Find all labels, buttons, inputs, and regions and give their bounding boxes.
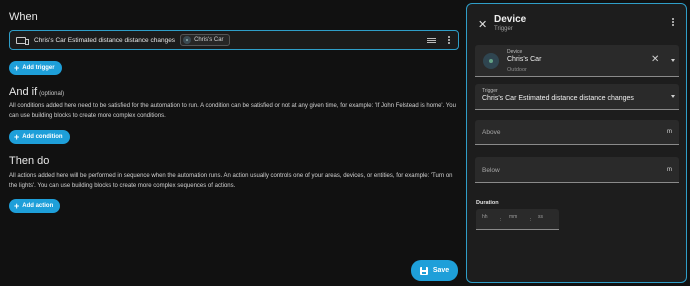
plus-icon: +: [14, 131, 20, 142]
device-chip-label: Chris's Car: [194, 37, 224, 43]
time-separator: :: [500, 217, 502, 223]
add-condition-label: Add condition: [22, 134, 63, 140]
add-condition-button[interactable]: + Add condition: [9, 130, 70, 144]
trigger-detail-panel: ✕ Device Trigger Device Chris's Car Outd…: [466, 3, 687, 283]
device-field-label: Device: [507, 49, 523, 55]
panel-menu-icon[interactable]: [670, 18, 676, 27]
device-field-area: Outdoor: [507, 67, 527, 73]
device-picker[interactable]: Device Chris's Car Outdoor ✕: [475, 45, 679, 77]
add-action-button[interactable]: + Add action: [9, 199, 61, 213]
trigger-field-label: Trigger: [482, 88, 498, 94]
actions-description: All actions added here will be performed…: [9, 173, 453, 189]
car-avatar-icon: [183, 36, 192, 44]
close-icon[interactable]: ✕: [478, 18, 487, 31]
chevron-down-icon[interactable]: [671, 95, 675, 98]
save-button[interactable]: Save: [411, 260, 458, 281]
trigger-label: Chris's Car Estimated distance distance …: [34, 36, 176, 44]
and-if-title: And if: [9, 86, 38, 98]
add-trigger-label: Add trigger: [22, 65, 55, 71]
trigger-row[interactable]: Chris's Car Estimated distance distance …: [9, 30, 459, 50]
device-icon: [16, 36, 29, 45]
and-if-heading: And if (optional): [9, 86, 64, 98]
add-action-label: Add action: [22, 203, 54, 209]
automation-editor: When Chris's Car Estimated distance dist…: [0, 0, 462, 286]
when-heading: When: [9, 11, 38, 23]
trigger-menu-icon[interactable]: [446, 35, 452, 45]
duration-input[interactable]: hh : mm : ss: [476, 209, 559, 230]
below-input[interactable]: Below m: [475, 157, 679, 183]
minutes-placeholder[interactable]: mm: [509, 214, 517, 220]
device-chip: Chris's Car: [180, 34, 230, 46]
panel-title: Device: [494, 14, 527, 25]
trigger-field-value: Chris's Car Estimated distance distance …: [482, 95, 634, 102]
trigger-select[interactable]: Trigger Chris's Car Estimated distance d…: [475, 84, 679, 110]
device-field-value: Chris's Car: [507, 56, 542, 63]
above-unit: m: [667, 129, 672, 135]
plus-icon: +: [14, 62, 20, 73]
above-placeholder: Above: [482, 129, 501, 136]
below-placeholder: Below: [482, 167, 500, 174]
seconds-placeholder[interactable]: ss: [538, 214, 543, 220]
below-unit: m: [667, 167, 672, 173]
chevron-down-icon[interactable]: [671, 59, 675, 62]
save-label: Save: [432, 267, 450, 274]
hours-placeholder[interactable]: hh: [482, 214, 488, 220]
optional-label: (optional): [39, 91, 65, 97]
panel-subtitle: Trigger: [494, 26, 513, 32]
clear-icon[interactable]: ✕: [651, 54, 659, 65]
drag-handle-icon[interactable]: [427, 37, 436, 43]
then-do-heading: Then do: [9, 155, 50, 167]
conditions-description: All conditions added here need to be sat…: [9, 103, 456, 119]
plus-icon: +: [14, 200, 20, 211]
time-separator: :: [530, 217, 532, 223]
floppy-disk-icon: [419, 266, 428, 275]
add-trigger-button[interactable]: + Add trigger: [9, 61, 62, 75]
duration-label: Duration: [476, 200, 499, 206]
above-input[interactable]: Above m: [475, 120, 679, 145]
car-avatar-icon: [483, 53, 499, 69]
